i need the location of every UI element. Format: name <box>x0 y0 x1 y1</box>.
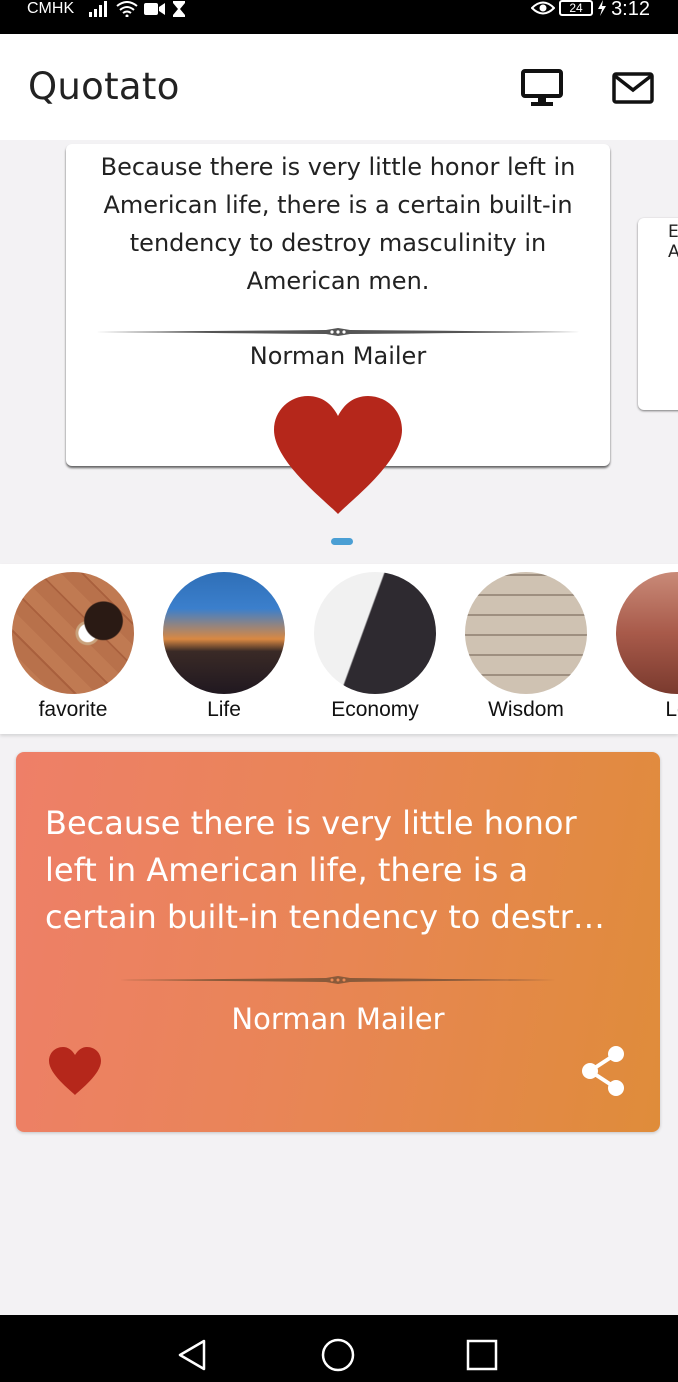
next-quote-card-preview[interactable]: E A <box>638 218 678 410</box>
featured-quote-card[interactable]: Because there is very little honor left … <box>16 752 660 1132</box>
system-nav-bar <box>0 1315 678 1382</box>
home-icon[interactable] <box>320 1337 356 1373</box>
clock: 3:12 <box>611 0 650 20</box>
ornament-divider <box>96 328 580 336</box>
recents-icon[interactable] <box>464 1337 500 1373</box>
category-image <box>12 572 134 694</box>
page-indicator <box>331 538 353 545</box>
back-icon[interactable] <box>174 1337 210 1373</box>
featured-quote-author: Norman Mailer <box>231 1002 445 1036</box>
carrier-label: CMHK <box>27 0 75 17</box>
eye-icon <box>531 1 556 15</box>
hourglass-icon <box>173 1 185 17</box>
status-bar: CMHK 24 3:12 <box>0 0 678 34</box>
quote-text: Because there is very little honor left … <box>100 153 576 295</box>
mail-icon <box>612 72 654 104</box>
mail-button[interactable] <box>609 64 657 112</box>
ornament-divider <box>120 976 556 984</box>
next-quote-preview-line: E <box>668 222 678 242</box>
share-icon[interactable] <box>576 1044 630 1098</box>
category-label: favorite <box>38 698 108 721</box>
favorite-heart-icon[interactable] <box>48 1046 102 1096</box>
category-economy[interactable]: Economy <box>314 572 436 722</box>
battery-indicator: 24 <box>559 0 594 16</box>
charging-icon <box>598 0 607 16</box>
app-title: Quotato <box>28 65 180 108</box>
wifi-icon <box>116 1 138 17</box>
category-life[interactable]: Life <box>163 572 285 722</box>
monitor-icon <box>521 69 563 106</box>
app-bar: Quotato <box>0 34 678 140</box>
category-image <box>163 572 285 694</box>
category-label: Lo <box>665 698 678 721</box>
category-image <box>465 572 587 694</box>
category-wisdom[interactable]: Wisdom <box>465 572 587 722</box>
featured-quote-text: Because there is very little honor left … <box>45 804 605 936</box>
category-label: Economy <box>331 698 419 721</box>
next-quote-preview-line: A <box>668 242 678 262</box>
signal-icon <box>89 1 107 17</box>
category-label: Life <box>207 698 241 721</box>
category-favorite[interactable]: favorite <box>12 572 134 722</box>
favorite-heart-icon[interactable] <box>272 394 404 516</box>
category-image <box>314 572 436 694</box>
quote-author: Norman Mailer <box>249 342 427 370</box>
monitor-button[interactable] <box>518 64 566 112</box>
category-love[interactable]: Lo <box>616 572 678 722</box>
category-image <box>616 572 678 694</box>
video-call-icon <box>144 3 165 15</box>
category-strip[interactable]: favorite Life Economy Wisdom Lo <box>0 564 678 734</box>
category-label: Wisdom <box>488 698 564 721</box>
